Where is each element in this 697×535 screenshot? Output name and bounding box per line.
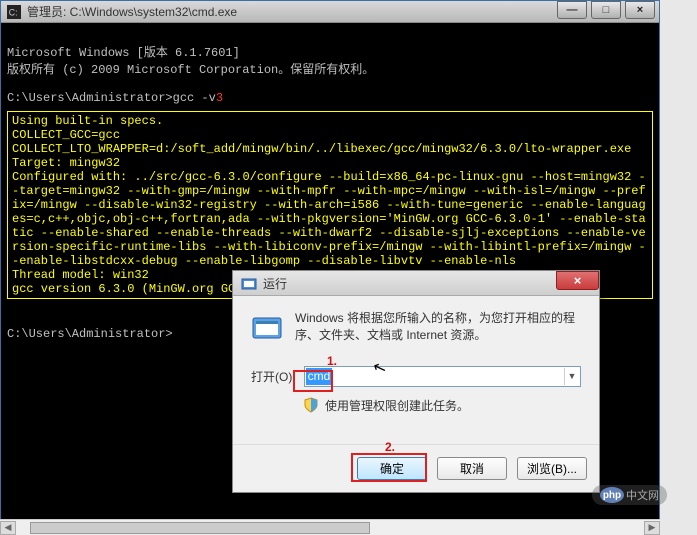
watermark-text: 中文网: [626, 487, 659, 503]
cmd-icon: C:: [7, 5, 21, 19]
window-controls: — □ ×: [557, 1, 655, 19]
open-input[interactable]: [304, 366, 581, 387]
dialog-button-row: 确定 取消 浏览(B)...: [233, 444, 599, 492]
close-button[interactable]: ×: [625, 1, 655, 19]
run-title-text: 运行: [263, 275, 287, 292]
admin-privilege-text: 使用管理权限创建此任务。: [325, 397, 469, 414]
shield-icon: [303, 397, 319, 413]
terminal-line: Microsoft Windows [版本 6.1.7601]: [7, 46, 240, 60]
browse-button[interactable]: 浏览(B)...: [517, 457, 587, 480]
horizontal-scrollbar[interactable]: ◀ ▶: [0, 519, 660, 535]
run-dialog: 运行 × Windows 将根据您所输入的名称，为您打开相应的程序、文件夹、文档…: [232, 270, 600, 493]
run-close-button[interactable]: ×: [556, 271, 599, 290]
maximize-button[interactable]: □: [591, 1, 621, 19]
run-description: Windows 将根据您所输入的名称，为您打开相应的程序、文件夹、文档或 Int…: [295, 310, 581, 344]
annotation-label-1: 1.: [327, 354, 337, 368]
terminal-prompt: C:\Users\Administrator>gcc -v3: [7, 91, 223, 105]
open-input-selection: cmd: [306, 368, 333, 385]
cmd-title-text: 管理员: C:\Windows\system32\cmd.exe: [27, 3, 237, 20]
run-hero-icon: [251, 310, 283, 342]
cancel-button[interactable]: 取消: [437, 457, 507, 480]
scroll-right-button[interactable]: ▶: [644, 521, 660, 535]
scroll-thumb[interactable]: [30, 522, 370, 534]
open-label: 打开(O):: [251, 368, 296, 385]
ok-button[interactable]: 确定: [357, 457, 427, 480]
chevron-down-icon[interactable]: ▼: [564, 368, 579, 385]
open-combobox[interactable]: cmd ▼: [304, 366, 581, 387]
annotation-label-2: 2.: [385, 440, 395, 454]
minimize-button[interactable]: —: [557, 1, 587, 19]
watermark: php 中文网: [592, 485, 667, 505]
php-logo-icon: php: [600, 487, 624, 503]
run-body: Windows 将根据您所输入的名称，为您打开相应的程序、文件夹、文档或 Int…: [233, 296, 599, 444]
run-icon: [241, 275, 257, 291]
scroll-left-button[interactable]: ◀: [0, 521, 16, 535]
svg-text:C:: C:: [9, 7, 18, 17]
run-title-bar[interactable]: 运行 ×: [233, 271, 599, 296]
terminal-line: 版权所有 (c) 2009 Microsoft Corporation。保留所有…: [7, 63, 374, 77]
terminal-prompt: C:\Users\Administrator>: [7, 327, 173, 341]
